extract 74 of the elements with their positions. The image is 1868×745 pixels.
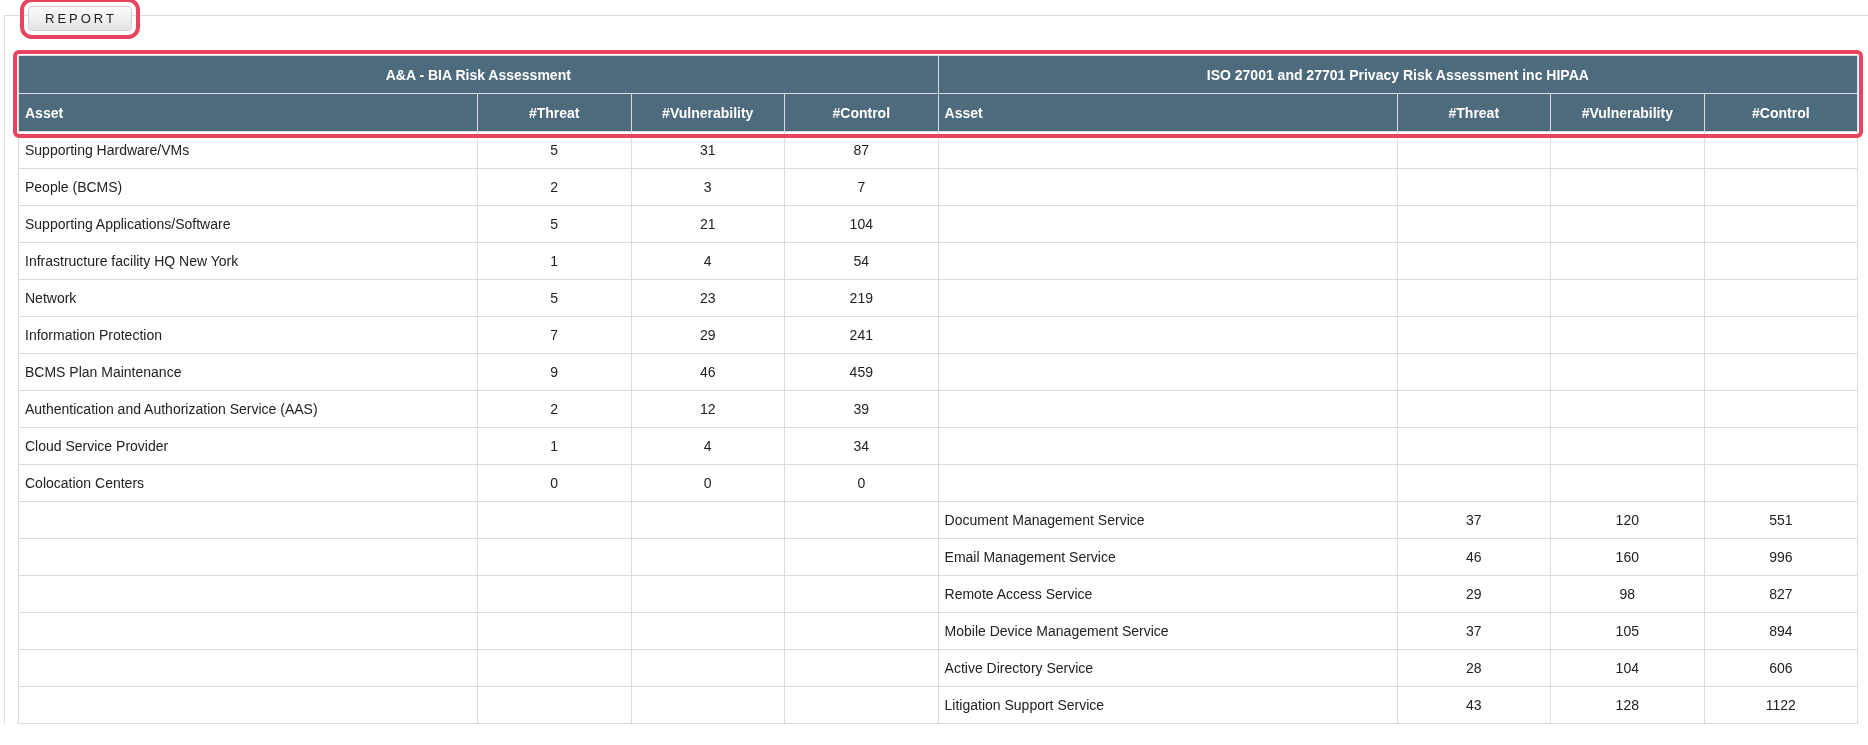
table-cell: 31	[699, 142, 716, 158]
table-cell: 105	[1615, 623, 1639, 639]
table-cell: 1	[550, 438, 559, 454]
table-cell: Remote Access Service	[944, 586, 1093, 602]
table-cell: 7	[550, 327, 559, 343]
column-header: #Control	[784, 93, 939, 132]
table-cell: 2	[550, 401, 559, 417]
table-cell: 37	[1466, 623, 1482, 639]
table-cell: 104	[849, 216, 873, 232]
table-cell: 29	[1466, 586, 1482, 602]
table-cell: 0	[857, 475, 866, 491]
table-cell: 21	[699, 216, 716, 232]
column-header: #Vulnerability	[1550, 93, 1705, 132]
table-cell: 160	[1615, 549, 1639, 565]
column-group-header: A&A - BIA Risk Assessment	[18, 55, 939, 94]
table-cell: 5	[550, 290, 559, 306]
table-cell: 98	[1619, 586, 1636, 602]
column-header: #Vulnerability	[631, 93, 785, 132]
table-cell: 606	[1769, 660, 1793, 676]
table-cell: Information Protection	[25, 327, 162, 343]
column-header: #Threat	[477, 93, 631, 132]
table-cell: 87	[853, 142, 870, 158]
table-cell: 46	[699, 364, 716, 380]
column-header: Asset	[18, 93, 478, 132]
table-cell: 996	[1769, 549, 1793, 565]
table-cell: 54	[853, 253, 870, 269]
table-cell: Litigation Support Service	[944, 697, 1105, 713]
table-cell: 128	[1615, 697, 1639, 713]
table-cell: 551	[1769, 512, 1793, 528]
column-header: #Threat	[1397, 93, 1551, 132]
table-cell: 2	[550, 179, 559, 195]
table-cell: 43	[1466, 697, 1482, 713]
table-cell: Supporting Hardware/VMs	[25, 142, 190, 158]
table-cell: 4	[703, 438, 712, 454]
table-cell: 9	[550, 364, 559, 380]
table-cell: 39	[853, 401, 870, 417]
table-cell: People (BCMS)	[25, 179, 123, 195]
table-cell: 1122	[1765, 697, 1796, 713]
table-cell: 28	[1466, 660, 1482, 676]
table-cell: Mobile Device Management Service	[944, 623, 1169, 639]
table-cell: Supporting Applications/Software	[25, 216, 231, 232]
table-cell: BCMS Plan Maintenance	[25, 364, 182, 380]
table-cell: Active Directory Service	[944, 660, 1094, 676]
table-cell: 7	[857, 179, 866, 195]
table-cell: 120	[1615, 512, 1639, 528]
table-cell: 827	[1769, 586, 1793, 602]
table-cell: 37	[1466, 512, 1482, 528]
table-cell: 1	[550, 253, 559, 269]
table-cell: 0	[550, 475, 559, 491]
table-cell: Infrastructure facility HQ New York	[25, 253, 239, 269]
table-cell: 34	[853, 438, 870, 454]
table-cell: 104	[1615, 660, 1639, 676]
table-cell: 46	[1466, 549, 1482, 565]
table-cell: 29	[699, 327, 716, 343]
table-cell: 3	[703, 179, 712, 195]
column-header: #Control	[1704, 93, 1858, 132]
table-cell: 894	[1769, 623, 1793, 639]
table-cell: Cloud Service Provider	[25, 438, 169, 454]
column-group-header: ISO 27001 and 27701 Privacy Risk Assessment inc HIPAA	[938, 55, 1858, 94]
table-cell: Colocation Centers	[25, 475, 145, 491]
table-cell: 5	[550, 142, 559, 158]
table-cell: Authentication and Authorization Service (AAS)	[25, 401, 318, 417]
table-cell: 5	[550, 216, 559, 232]
table-cell: 23	[699, 290, 716, 306]
table-cell: 219	[849, 290, 873, 306]
table-cell: 459	[849, 364, 873, 380]
table-cell: Email Management Service	[944, 549, 1116, 565]
table-cell: 241	[849, 327, 873, 343]
table-cell: Network	[25, 290, 77, 306]
table-cell: 12	[699, 401, 716, 417]
column-header: Asset	[938, 93, 1398, 132]
table-cell: 4	[703, 253, 712, 269]
table-cell: Document Management Service	[944, 512, 1145, 528]
table-cell: 0	[703, 475, 712, 491]
